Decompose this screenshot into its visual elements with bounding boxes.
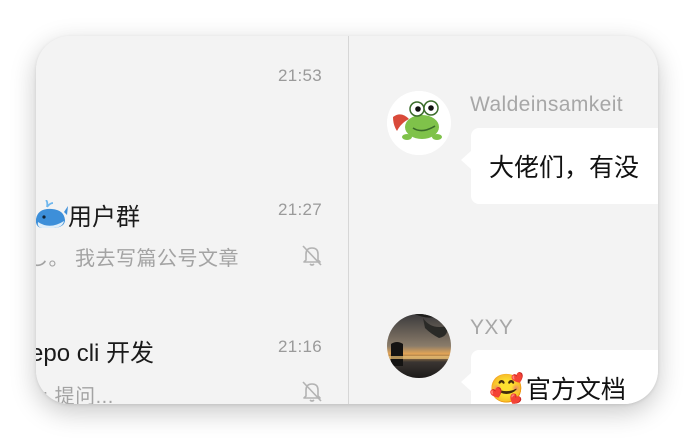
conversation-title: epo cli 开发	[36, 333, 154, 368]
mute-bell-icon	[302, 245, 322, 266]
conversation-item[interactable]: 用户群 21:27 し。 我去写篇公号文章	[36, 184, 348, 294]
whale-icon	[36, 199, 68, 228]
conversation-time: 21:53	[277, 66, 322, 85]
message-text: 大佬们，有没	[489, 154, 640, 182]
conversation-title-text: 用户群	[68, 204, 140, 231]
conversation-time: 21:16	[277, 337, 322, 356]
sunset-photo-avatar-icon	[387, 314, 451, 378]
chat-panel: Waldeinsamkeit 大佬们，有没 YXY 🥰 官方文档	[349, 36, 658, 404]
bubble-tail	[461, 373, 471, 391]
message-text: 官方文档	[525, 376, 626, 404]
message-sender: YXY	[470, 316, 514, 339]
avatar[interactable]	[387, 91, 451, 155]
conversation-list: 21:53 用户群 21:27 し。 我去写篇公号文章 epo cli 开发 2…	[36, 36, 348, 404]
conversation-title: 用户群	[36, 197, 140, 232]
conversation-item[interactable]: 21:53	[36, 36, 348, 146]
conversation-preview: y: 提问...	[36, 386, 114, 404]
app-window: 21:53 用户群 21:27 し。 我去写篇公号文章 epo cli 开发 2…	[36, 36, 658, 404]
conversation-item[interactable]: epo cli 开发 21:16 y: 提问...	[36, 318, 348, 404]
conversation-title-text: epo cli 开发	[36, 340, 155, 367]
emoji: 🥰	[489, 372, 524, 404]
frog-avatar-icon	[387, 91, 451, 155]
message-bubble[interactable]: 🥰 官方文档	[471, 350, 658, 404]
message-sender: Waldeinsamkeit	[470, 93, 624, 116]
avatar[interactable]	[387, 314, 451, 378]
bubble-tail	[461, 151, 471, 169]
message-bubble[interactable]: 大佬们，有没	[471, 128, 658, 204]
conversation-time: 21:27	[277, 200, 322, 219]
mute-bell-icon	[302, 381, 322, 402]
conversation-preview: し。 我去写篇公号文章	[36, 248, 240, 270]
